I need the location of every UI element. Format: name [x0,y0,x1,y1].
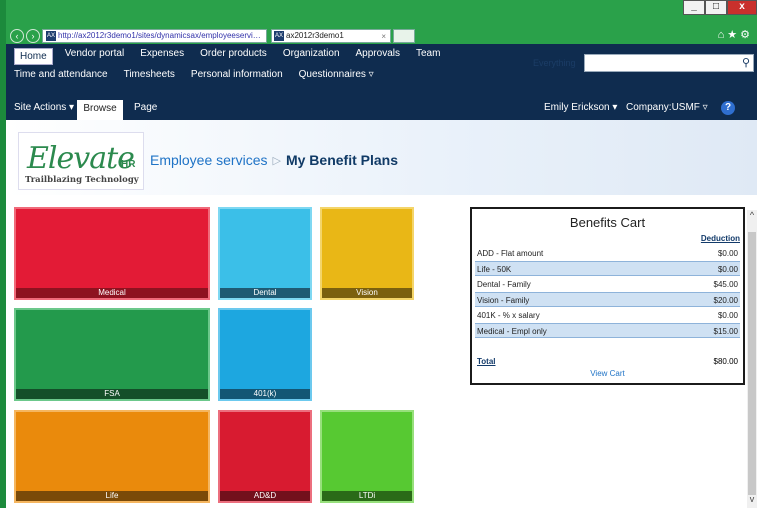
tile-label: Life [16,491,208,501]
tile-label: LTDi [322,491,412,501]
cart-row-name: Dental - Family [477,280,531,289]
logo-tagline: Trailblazing Technology [25,175,139,185]
tile-life[interactable]: Life [14,410,210,503]
home-icon[interactable]: ⌂ [718,29,728,41]
browser-toolbar-icons: ⌂★⚙ [718,28,753,41]
scroll-thumb[interactable] [748,232,756,495]
breadcrumb-parent-link[interactable]: Employee services [150,152,268,168]
cart-row: 401K - % x salary $0.00 [475,308,740,323]
breadcrumb-separator-icon: ▷ [272,154,281,167]
star-icon[interactable]: ★ [727,29,740,41]
tab-page[interactable]: Page [134,102,157,113]
ribbon-bar: Site Actions ▾ Browse Page Emily Erickso… [6,98,757,120]
nav-item-team[interactable]: Team [416,48,440,65]
nav-row-primary: Home Vendor portal Expenses Order produc… [14,48,456,65]
tile-401k[interactable]: 401(k) [218,308,312,401]
tab-close-icon[interactable]: × [381,31,386,43]
scroll-down-icon[interactable]: v [747,494,757,508]
maximize-button[interactable]: □ [705,0,727,15]
nav-item-approvals[interactable]: Approvals [356,48,400,65]
cart-title: Benefits Cart [569,215,646,230]
view-cart-link[interactable]: View Cart [472,369,743,378]
address-bar[interactable]: AX http://ax2012r3demo1/sites/dynamicsax… [42,29,267,43]
tile-label: Medical [16,288,208,298]
nav-item-home[interactable]: Home [14,48,53,65]
browser-window: _ □ x ‹ › AX http://ax2012r3demo1/sites/… [6,0,757,508]
cart-row-amount: $20.00 [713,296,738,305]
scroll-up-icon[interactable]: ^ [747,210,757,224]
user-menu[interactable]: Emily Erickson ▾ [544,102,617,113]
top-navigation: Home Vendor portal Expenses Order produc… [6,44,757,98]
vertical-scrollbar[interactable]: ^ v [747,210,757,508]
forward-icon[interactable]: › [26,29,40,43]
tile-dental[interactable]: Dental [218,207,312,300]
search-icon[interactable]: ⚲ [742,56,754,70]
back-icon[interactable]: ‹ [10,29,24,43]
nav-item-order-products[interactable]: Order products [200,48,267,65]
cart-total-amount: $80.00 [713,357,738,366]
window-controls: _ □ x [683,0,757,15]
cart-row-name: Medical - Empl only [477,327,547,336]
cart-row: Life - 50K $0.00 [475,261,740,276]
tile-ltdi[interactable]: LTDi [320,410,414,503]
tab-favicon-icon: AX [274,31,284,41]
minimize-button[interactable]: _ [683,0,705,15]
site-actions-menu[interactable]: Site Actions ▾ [14,102,74,113]
close-button[interactable]: x [727,0,757,15]
nav-row-secondary: Time and attendance Timesheets Personal … [14,69,390,80]
search-scope[interactable]: Everything [533,58,576,68]
tile-label: 401(k) [220,389,310,399]
nav-item-personal-information[interactable]: Personal information [191,69,283,80]
browser-tab[interactable]: AX ax2012r3demo1 × [271,29,391,43]
cart-row: Dental - Family $45.00 [475,277,740,292]
tile-label: AD&D [220,491,310,501]
tile-medical[interactable]: Medical [14,207,210,300]
tab-browse[interactable]: Browse [77,100,123,120]
nav-item-organization[interactable]: Organization [283,48,340,65]
cart-row-amount: $0.00 [717,265,738,274]
nav-item-questionnaires[interactable]: Questionnaires ▿ [299,69,374,80]
gear-icon[interactable]: ⚙ [740,29,753,41]
tile-add[interactable]: AD&D [218,410,312,503]
cart-total: Total $80.00 [477,357,738,366]
tile-vision[interactable]: Vision [320,207,414,300]
company-menu[interactable]: Company:USMF ▿ [626,102,708,113]
cart-row: ADD - Flat amount $0.00 [475,246,740,261]
tile-fsa[interactable]: FSA [14,308,210,401]
cart-row-name: 401K - % x salary [477,311,540,320]
nav-item-time-and-attendance[interactable]: Time and attendance [14,69,108,80]
nav-item-vendor-portal[interactable]: Vendor portal [65,48,125,65]
cart-total-label[interactable]: Total [477,357,496,366]
browser-chrome: _ □ x ‹ › AX http://ax2012r3demo1/sites/… [6,0,757,44]
nav-item-expenses[interactable]: Expenses [140,48,184,65]
cart-row-amount: $0.00 [717,249,738,258]
tile-label: FSA [16,389,208,399]
logo-wordmark: Elevate [27,141,135,176]
cart-row-amount: $45.00 [713,280,738,289]
cart-row: Medical - Empl only $15.00 [475,323,740,338]
page-header: Elevate HR Trailblazing Technology Emplo… [6,120,757,195]
page-title: My Benefit Plans [285,152,398,168]
cart-row-name: ADD - Flat amount [477,249,544,258]
search-input[interactable] [584,54,754,72]
new-tab-button[interactable] [393,29,415,43]
cart-column-header[interactable]: Deduction [701,234,740,243]
site-favicon-icon: AX [46,31,56,41]
address-bar-row: ‹ › AX http://ax2012r3demo1/sites/dynami… [10,28,415,44]
benefits-cart: Benefits Cart Deduction ADD - Flat amoun… [470,207,745,385]
cart-row: Vision - Family $20.00 [475,292,740,307]
tile-label: Vision [322,288,412,298]
cart-row-amount: $0.00 [717,311,738,320]
tab-title: ax2012r3demo1 [286,31,344,40]
company-logo[interactable]: Elevate HR Trailblazing Technology [18,132,144,190]
url-text: http://ax2012r3demo1/sites/dynamicsax/em… [58,31,261,40]
breadcrumb: Employee services ▷ My Benefit Plans [150,152,398,168]
logo-suffix: HR [121,159,136,170]
cart-row-amount: $15.00 [713,327,738,336]
cart-row-name: Vision - Family [477,296,530,305]
cart-row-name: Life - 50K [477,265,512,274]
help-icon[interactable]: ? [721,101,735,115]
nav-item-timesheets[interactable]: Timesheets [124,69,175,80]
tile-label: Dental [220,288,310,298]
